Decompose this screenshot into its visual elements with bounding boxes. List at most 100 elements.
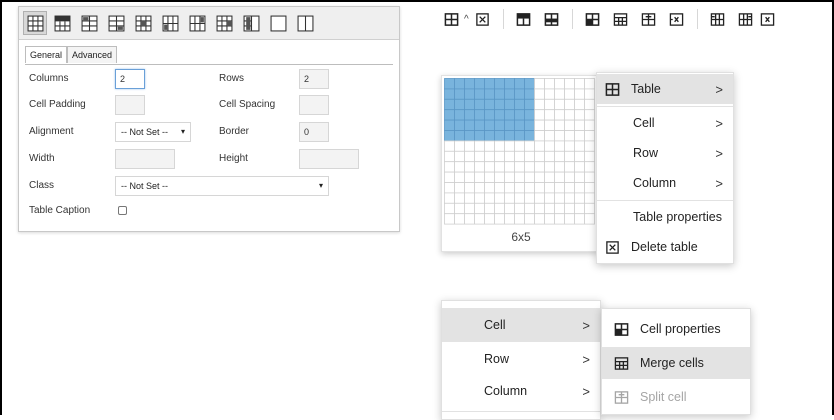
grid-cell[interactable]	[444, 182, 455, 194]
menu-item-split-cell[interactable]: Split cell	[602, 381, 750, 413]
grid-cell[interactable]	[464, 202, 475, 215]
grid-cell[interactable]	[494, 119, 505, 131]
grid-cell[interactable]	[564, 88, 575, 100]
grid-cell[interactable]	[514, 171, 525, 183]
menu-item-column[interactable]: Column >	[597, 171, 733, 195]
grid-cell[interactable]	[464, 78, 475, 90]
grid-cell[interactable]	[564, 78, 575, 90]
grid-cell[interactable]	[564, 130, 575, 142]
insert-table-button[interactable]	[23, 11, 47, 35]
grid-cell[interactable]	[504, 109, 515, 121]
grid-cell[interactable]	[584, 213, 595, 225]
grid-cell[interactable]	[524, 171, 535, 183]
grid-cell[interactable]	[494, 130, 505, 142]
grid-cell[interactable]	[514, 140, 525, 152]
grid-cell[interactable]	[444, 150, 455, 163]
grid-cell[interactable]	[574, 182, 585, 194]
grid-cell[interactable]	[444, 78, 455, 90]
grid-cell[interactable]	[524, 140, 535, 152]
grid-cell[interactable]	[464, 88, 475, 100]
grid-cell[interactable]	[574, 140, 585, 152]
grid-cell[interactable]	[514, 119, 525, 131]
rows-input[interactable]: 2	[299, 69, 329, 89]
grid-cell[interactable]	[464, 119, 475, 131]
grid-cell[interactable]	[454, 98, 465, 111]
grid-cell[interactable]	[574, 98, 585, 111]
grid-cell[interactable]	[444, 202, 455, 215]
grid-cell[interactable]	[484, 182, 495, 194]
grid-cell[interactable]	[574, 202, 585, 215]
grid-cell[interactable]	[534, 98, 545, 111]
grid-cell[interactable]	[544, 119, 555, 131]
insert-column-before-button[interactable]	[158, 11, 182, 35]
insert-column-after-button[interactable]	[185, 11, 209, 35]
grid-cell[interactable]	[504, 140, 515, 152]
delete-cell-button[interactable]	[663, 5, 691, 33]
grid-cell[interactable]	[524, 182, 535, 194]
menu-item-table-properties[interactable]: Table properties	[597, 205, 733, 229]
cell-properties-toolbar-button[interactable]	[579, 5, 607, 33]
grid-cell[interactable]	[584, 88, 595, 100]
grid-cell[interactable]	[524, 119, 535, 131]
grid-cell[interactable]	[584, 140, 595, 152]
grid-cell[interactable]	[464, 130, 475, 142]
grid-cell[interactable]	[584, 130, 595, 142]
grid-cell[interactable]	[564, 150, 575, 163]
columns-input[interactable]: 2	[115, 69, 145, 89]
grid-cell[interactable]	[534, 150, 545, 163]
split-cells-button[interactable]	[239, 11, 263, 35]
insert-column-before-toolbar-button[interactable]	[704, 5, 732, 33]
grid-cell[interactable]	[584, 192, 595, 204]
grid-cell[interactable]	[554, 119, 565, 131]
insert-row-button[interactable]	[538, 5, 566, 33]
delete-table-button[interactable]	[469, 5, 497, 33]
grid-cell[interactable]	[564, 213, 575, 225]
grid-cell[interactable]	[524, 150, 535, 163]
table-caption-checkbox[interactable]	[118, 206, 127, 215]
grid-cell[interactable]	[514, 182, 525, 194]
menu-item-cell[interactable]: Cell >	[442, 308, 600, 342]
grid-cell[interactable]	[544, 130, 555, 142]
grid-cell[interactable]	[444, 109, 455, 121]
grid-cell[interactable]	[554, 192, 565, 204]
grid-cell[interactable]	[464, 171, 475, 183]
grid-cell[interactable]	[574, 213, 585, 225]
grid-cell[interactable]	[504, 171, 515, 183]
height-input[interactable]	[299, 149, 359, 169]
grid-cell[interactable]	[484, 202, 495, 215]
grid-cell[interactable]	[564, 140, 575, 152]
grid-cell[interactable]	[514, 213, 525, 225]
grid-cell[interactable]	[564, 192, 575, 204]
table-header-row-button[interactable]	[50, 11, 74, 35]
grid-cell[interactable]	[444, 130, 455, 142]
grid-cell[interactable]	[474, 88, 485, 100]
grid-cell[interactable]	[504, 182, 515, 194]
grid-cell[interactable]	[534, 161, 545, 173]
grid-cell[interactable]	[484, 98, 495, 111]
grid-cell[interactable]	[544, 140, 555, 152]
grid-cell[interactable]	[584, 78, 595, 90]
grid-cell[interactable]	[474, 171, 485, 183]
grid-cell[interactable]	[474, 78, 485, 90]
menu-item-cell-properties[interactable]: Cell properties	[602, 313, 750, 345]
grid-cell[interactable]	[464, 213, 475, 225]
grid-cell[interactable]	[494, 88, 505, 100]
cell-padding-input[interactable]	[115, 95, 145, 115]
grid-cell[interactable]	[554, 182, 565, 194]
grid-cell[interactable]	[464, 150, 475, 163]
grid-cell[interactable]	[474, 182, 485, 194]
grid-cell[interactable]	[534, 88, 545, 100]
grid-cell[interactable]	[524, 161, 535, 173]
grid-cell[interactable]	[484, 161, 495, 173]
grid-cell[interactable]	[454, 202, 465, 215]
grid-cell[interactable]	[584, 182, 595, 194]
grid-cell[interactable]	[534, 213, 545, 225]
grid-cell[interactable]	[474, 161, 485, 173]
grid-cell[interactable]	[494, 78, 505, 90]
grid-cell[interactable]	[504, 130, 515, 142]
grid-cell[interactable]	[574, 88, 585, 100]
grid-cell[interactable]	[554, 202, 565, 215]
grid-cell[interactable]	[484, 109, 495, 121]
delete-column-button[interactable]	[212, 11, 236, 35]
split-cell-toolbar-button[interactable]	[635, 5, 663, 33]
